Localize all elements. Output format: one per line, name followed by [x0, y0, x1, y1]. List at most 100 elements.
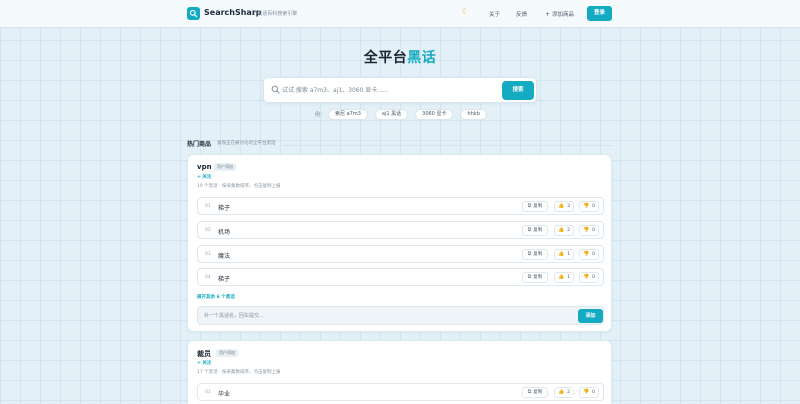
thumbs-down-icon: 👎 — [582, 203, 590, 209]
thumbs-up-icon: 👍 — [557, 203, 565, 209]
copy-icon: ⧉ — [527, 203, 532, 209]
upvote-count: 1 — [567, 275, 571, 280]
downvote-button[interactable]: 👎 0 — [579, 225, 599, 236]
entry-rank: 01 — [205, 390, 211, 395]
search-icon — [271, 85, 280, 94]
hot-products-header: 热门商品 发现正在被讨论的全平台黑话 — [187, 138, 612, 148]
top-navbar: SearchSharp / 黑话百科搜索引擎 ☾ 关于 反馈 + 添加商品 登录 — [0, 0, 800, 28]
slang-entry[interactable]: 04 梯子 ⧉ 复制 👍 1 👎 0 — [197, 268, 604, 286]
example-chip[interactable]: aj1 黑话 — [374, 109, 409, 120]
hero-title-accent: 黑话 — [407, 50, 437, 66]
add-slang-row: 添加 — [197, 306, 604, 325]
hero-title: 全平台黑话 — [0, 47, 800, 67]
add-product-link[interactable]: + 添加商品 — [545, 10, 574, 18]
brand-slogan: / 黑话百科搜索引擎 — [254, 11, 298, 17]
nav-feedback-link[interactable]: 反馈 — [516, 10, 527, 18]
thumbs-up-icon: 👍 — [557, 274, 565, 280]
downvote-count: 0 — [592, 390, 596, 395]
logo-search-icon[interactable] — [187, 7, 200, 20]
plus-icon: + — [545, 11, 551, 18]
thumbs-up-icon: 👍 — [557, 227, 565, 233]
nav-about-link[interactable]: 关于 — [489, 10, 500, 18]
upvote-button[interactable]: 👍 1 — [554, 272, 574, 283]
user-added-badge: 用户添加 — [216, 349, 238, 357]
copy-icon: ⧉ — [527, 227, 532, 233]
upvote-count: 1 — [567, 252, 571, 257]
product-card: 裁员 用户添加 + 关注 17 个黑话 · 按采集数排序，点击复制上报 01 毕… — [187, 340, 612, 404]
upvote-count: 3 — [567, 204, 571, 209]
entry-word: 魔法 — [218, 253, 231, 260]
copy-icon: ⧉ — [527, 251, 532, 257]
copy-label: 复制 — [533, 204, 543, 209]
upvote-button[interactable]: 👍 1 — [554, 249, 574, 260]
user-added-badge: 用户添加 — [214, 163, 236, 171]
example-chip[interactable]: hhkb — [460, 109, 487, 120]
upvote-button[interactable]: 👍 2 — [554, 225, 574, 236]
search-box: 搜索 — [263, 77, 537, 103]
copy-label: 复制 — [533, 252, 543, 257]
upvote-count: 2 — [567, 390, 571, 395]
thumbs-down-icon: 👎 — [582, 274, 590, 280]
examples-label: 例： — [315, 112, 326, 118]
hero-title-main: 全平台 — [363, 50, 408, 66]
add-slang-input[interactable] — [204, 310, 564, 322]
upvote-button[interactable]: 👍 2 — [554, 387, 574, 398]
copy-button[interactable]: ⧉ 复制 — [522, 201, 548, 212]
add-slang-button[interactable]: 添加 — [578, 309, 603, 323]
section-title: 热门商品 — [187, 141, 212, 148]
search-examples: 例： 索尼 a7m3 aj1 黑话 3060 显卡 hhkb — [315, 109, 494, 120]
copy-button[interactable]: ⧉ 复制 — [522, 272, 548, 283]
search-button[interactable]: 搜索 — [502, 81, 534, 100]
copy-label: 复制 — [533, 275, 543, 280]
brand-name[interactable]: SearchSharp — [204, 8, 262, 17]
product-meta: 17 个黑话 · 按采集数排序，点击复制上报 — [197, 370, 281, 375]
entry-rank: 04 — [205, 275, 211, 280]
login-button[interactable]: 登录 — [587, 6, 612, 21]
downvote-button[interactable]: 👎 0 — [579, 272, 599, 283]
downvote-count: 0 — [592, 275, 596, 280]
copy-label: 复制 — [533, 228, 543, 233]
entry-rank: 03 — [205, 252, 211, 257]
copy-icon: ⧉ — [527, 389, 532, 395]
copy-button[interactable]: ⧉ 复制 — [522, 225, 548, 236]
copy-button[interactable]: ⧉ 复制 — [522, 249, 548, 260]
upvote-count: 2 — [567, 228, 571, 233]
entry-word: 机场 — [218, 229, 231, 236]
expand-more-link[interactable]: 展开其余 6 个黑话 — [197, 294, 235, 300]
entry-word: 毕业 — [218, 391, 231, 398]
thumbs-down-icon: 👎 — [582, 389, 590, 395]
section-subtitle: 发现正在被讨论的全平台黑话 — [217, 141, 276, 146]
entry-word: 梯子 — [218, 276, 231, 283]
downvote-button[interactable]: 👎 0 — [579, 201, 599, 212]
entry-rank: 01 — [205, 204, 211, 209]
product-title[interactable]: 裁员 — [197, 349, 211, 359]
slang-entry[interactable]: 02 机场 ⧉ 复制 👍 2 👎 0 — [197, 221, 604, 239]
product-card: vpn 用户添加 + 关注 10 个黑话 · 按采集数排序，点击复制上报 01 … — [187, 154, 612, 332]
copy-icon: ⧉ — [527, 274, 532, 280]
moon-icon[interactable]: ☾ — [462, 7, 469, 16]
upvote-button[interactable]: 👍 3 — [554, 201, 574, 212]
entry-rank: 02 — [205, 228, 211, 233]
section-divider — [282, 145, 612, 146]
thumbs-up-icon: 👍 — [557, 251, 565, 257]
entry-word: 梯子 — [218, 205, 231, 212]
downvote-button[interactable]: 👎 0 — [579, 387, 599, 398]
downvote-count: 0 — [592, 252, 596, 257]
follow-button[interactable]: + 关注 — [197, 360, 211, 366]
follow-button[interactable]: + 关注 — [197, 174, 211, 180]
product-meta: 10 个黑话 · 按采集数排序，点击复制上报 — [197, 184, 281, 189]
downvote-count: 0 — [592, 204, 596, 209]
example-chip[interactable]: 索尼 a7m3 — [328, 109, 368, 120]
slang-entry[interactable]: 01 梯子 ⧉ 复制 👍 3 👎 0 — [197, 197, 604, 215]
copy-button[interactable]: ⧉ 复制 — [522, 387, 548, 398]
search-input[interactable] — [282, 83, 492, 98]
downvote-button[interactable]: 👎 0 — [579, 249, 599, 260]
thumbs-down-icon: 👎 — [582, 251, 590, 257]
slang-entry[interactable]: 03 魔法 ⧉ 复制 👍 1 👎 0 — [197, 245, 604, 263]
add-product-label: 添加商品 — [552, 12, 575, 18]
thumbs-down-icon: 👎 — [582, 227, 590, 233]
slang-entry[interactable]: 01 毕业 ⧉ 复制 👍 2 👎 0 — [197, 383, 604, 401]
thumbs-up-icon: 👍 — [557, 389, 565, 395]
product-title[interactable]: vpn — [197, 163, 212, 171]
example-chip[interactable]: 3060 显卡 — [415, 109, 454, 120]
